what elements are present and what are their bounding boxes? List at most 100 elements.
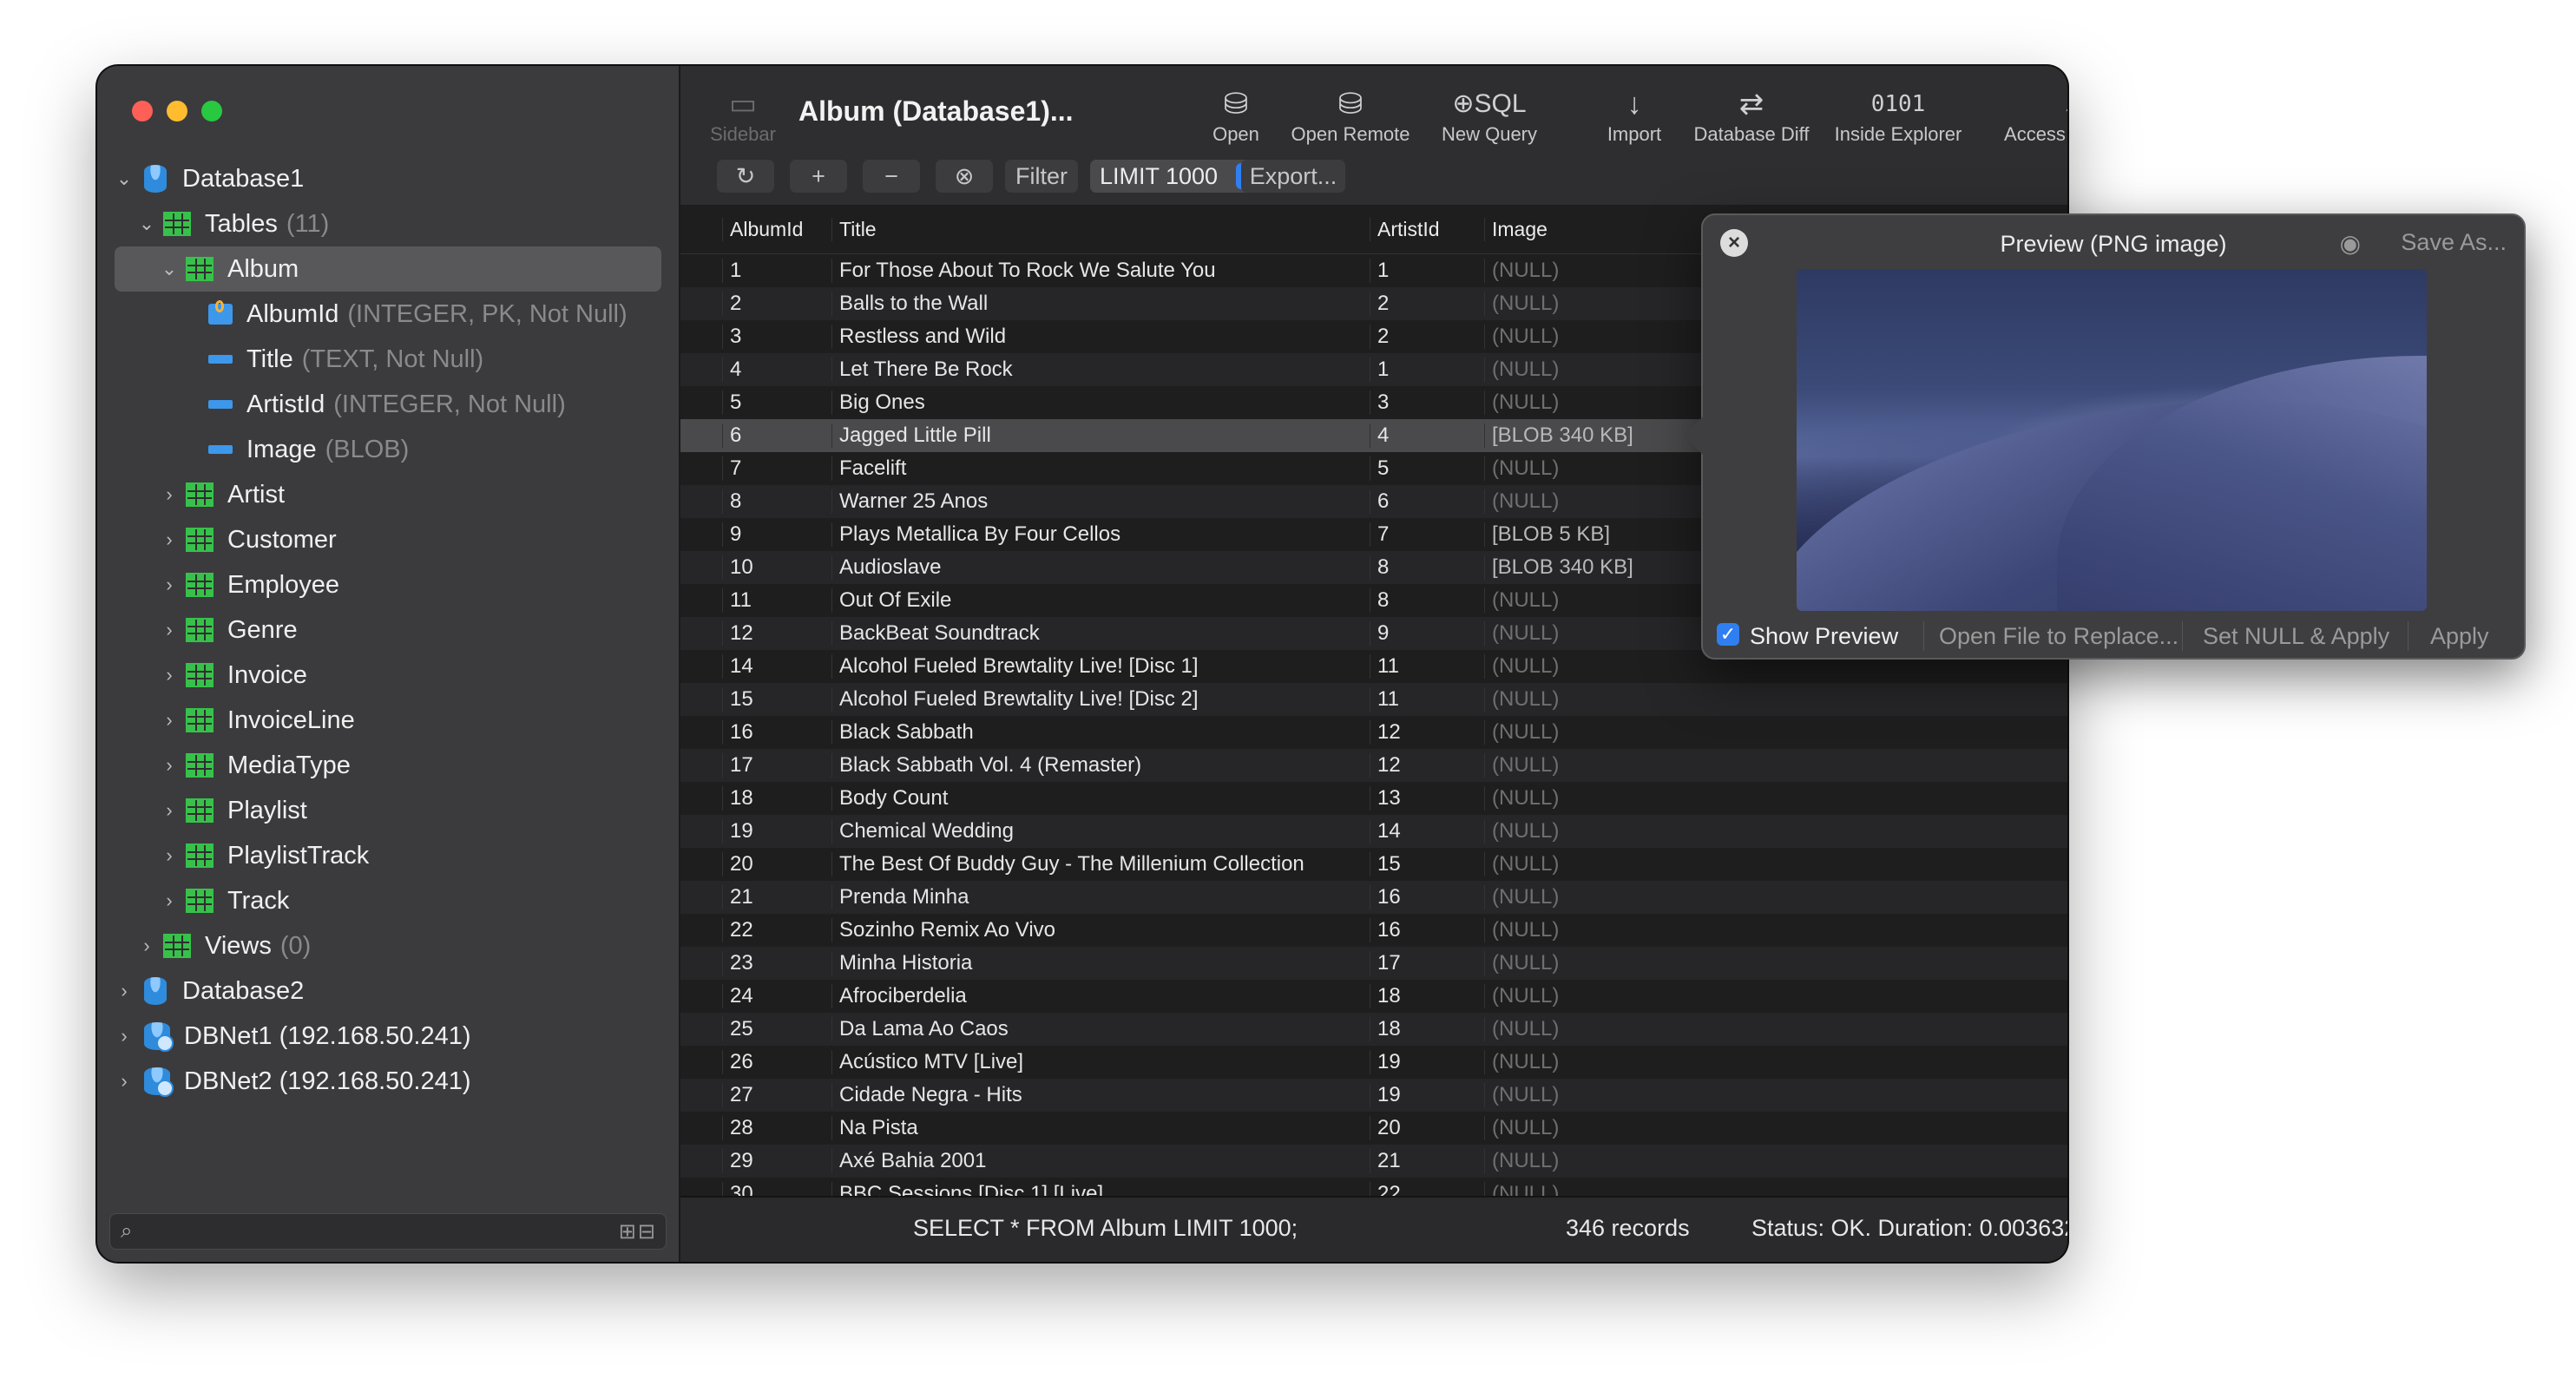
tree-item-employee[interactable]: › Employee (97, 562, 679, 607)
open-remote-button[interactable]: ⛁ Open Remote (1281, 85, 1420, 146)
title-cell[interactable]: Let There Be Rock (831, 358, 1370, 382)
chevron-right-icon[interactable]: › (158, 574, 181, 596)
artistid-cell[interactable]: 1 (1370, 259, 1484, 283)
albumid-cell[interactable]: 20 (722, 852, 831, 876)
title-cell[interactable]: BackBeat Soundtrack (831, 621, 1370, 646)
title-cell[interactable]: Na Pista (831, 1116, 1370, 1140)
chevron-right-icon[interactable]: › (158, 619, 181, 641)
table-row[interactable]: 16 Black Sabbath 12 (NULL) (680, 716, 2067, 749)
tree-item-views[interactable]: › Views (0) (97, 923, 679, 968)
sidebar-toggle-button[interactable]: ▭ Sidebar (700, 85, 786, 146)
tree-item-track[interactable]: › Track (97, 878, 679, 923)
artistid-cell[interactable]: 19 (1370, 1050, 1484, 1074)
artistid-cell[interactable]: 6 (1370, 489, 1484, 514)
chevron-right-icon[interactable]: › (158, 889, 181, 912)
image-cell[interactable]: [BLOB 340 KB] (1484, 423, 1675, 448)
albumid-cell[interactable]: 1 (722, 259, 831, 283)
table-row[interactable]: 28 Na Pista 20 (NULL) (680, 1112, 2067, 1145)
image-cell[interactable]: [BLOB 5 KB] (1484, 522, 1675, 547)
title-cell[interactable]: The Best Of Buddy Guy - The Millenium Co… (831, 852, 1370, 876)
title-cell[interactable]: Black Sabbath Vol. 4 (Remaster) (831, 753, 1370, 778)
artistid-cell[interactable]: 13 (1370, 786, 1484, 811)
artistid-cell[interactable]: 14 (1370, 819, 1484, 843)
image-cell[interactable]: (NULL) (1484, 358, 1675, 382)
artistid-cell[interactable]: 15 (1370, 852, 1484, 876)
artistid-cell[interactable]: 11 (1370, 687, 1484, 712)
table-row[interactable]: 25 Da Lama Ao Caos 18 (NULL) (680, 1013, 2067, 1046)
table-row[interactable]: 30 BBC Sessions [Disc 1] [Live] 22 (NULL) (680, 1178, 2067, 1198)
chevron-right-icon[interactable]: › (158, 709, 181, 732)
tree-item-customer[interactable]: › Customer (97, 517, 679, 562)
apply-button[interactable]: Apply (2430, 623, 2489, 650)
artistid-cell[interactable]: 7 (1370, 522, 1484, 547)
remove-row-button[interactable]: − (863, 160, 920, 193)
refresh-button[interactable]: ↻ (717, 160, 774, 193)
table-row[interactable]: 23 Minha Historia 17 (NULL) (680, 947, 2067, 980)
image-cell[interactable]: (NULL) (1484, 918, 1675, 942)
tree-item-playlist[interactable]: › Playlist (97, 788, 679, 833)
tree-item-tables[interactable]: ⌄ Tables (11) (97, 201, 679, 246)
image-cell[interactable]: (NULL) (1484, 720, 1675, 745)
albumid-cell[interactable]: 24 (722, 984, 831, 1008)
albumid-cell[interactable]: 23 (722, 951, 831, 975)
image-cell[interactable]: (NULL) (1484, 1149, 1675, 1173)
albumid-cell[interactable]: 29 (722, 1149, 831, 1173)
title-cell[interactable]: Plays Metallica By Four Cellos (831, 522, 1370, 547)
artistid-cell[interactable]: 11 (1370, 654, 1484, 679)
artistid-cell[interactable]: 17 (1370, 951, 1484, 975)
table-row[interactable]: 26 Acústico MTV [Live] 19 (NULL) (680, 1046, 2067, 1079)
chevron-right-icon[interactable]: › (158, 664, 181, 686)
chevron-right-icon[interactable]: › (135, 935, 158, 957)
title-cell[interactable]: Minha Historia (831, 951, 1370, 975)
artistid-cell[interactable]: 5 (1370, 456, 1484, 481)
chevron-right-icon[interactable]: › (158, 799, 181, 822)
title-cell[interactable]: Body Count (831, 786, 1370, 811)
title-cell[interactable]: Facelift (831, 456, 1370, 481)
image-cell[interactable]: (NULL) (1484, 819, 1675, 843)
title-cell[interactable]: Alcohol Fueled Brewtality Live! [Disc 2] (831, 687, 1370, 712)
table-row[interactable]: 15 Alcohol Fueled Brewtality Live! [Disc … (680, 683, 2067, 716)
new-query-button[interactable]: ⊕SQL New Query (1429, 85, 1550, 146)
albumid-cell[interactable]: 4 (722, 358, 831, 382)
albumid-cell[interactable]: 17 (722, 753, 831, 778)
table-row[interactable]: 24 Afrociberdelia 18 (NULL) (680, 980, 2067, 1013)
artistid-cell[interactable]: 16 (1370, 885, 1484, 909)
image-cell[interactable]: (NULL) (1484, 951, 1675, 975)
sidebar-search-field[interactable]: ⌕ ⊞⊟ (109, 1213, 667, 1250)
title-cell[interactable]: Warner 25 Anos (831, 489, 1370, 514)
chevron-right-icon[interactable]: › (158, 754, 181, 777)
image-cell[interactable]: (NULL) (1484, 753, 1675, 778)
title-cell[interactable]: Black Sabbath (831, 720, 1370, 745)
image-cell[interactable]: (NULL) (1484, 984, 1675, 1008)
image-cell[interactable]: (NULL) (1484, 621, 1675, 646)
image-cell[interactable]: [BLOB 340 KB] (1484, 555, 1675, 580)
database-diff-button[interactable]: ⇄ Database Diff (1682, 85, 1821, 146)
artistid-cell[interactable]: 18 (1370, 984, 1484, 1008)
tree-item-mediatype[interactable]: › MediaType (97, 743, 679, 788)
albumid-cell[interactable]: 5 (722, 391, 831, 415)
albumid-cell[interactable]: 10 (722, 555, 831, 580)
image-cell[interactable]: (NULL) (1484, 456, 1675, 481)
albumid-cell[interactable]: 21 (722, 885, 831, 909)
table-row[interactable]: 22 Sozinho Remix Ao Vivo 16 (NULL) (680, 914, 2067, 947)
title-cell[interactable]: Chemical Wedding (831, 819, 1370, 843)
chevron-right-icon[interactable]: › (158, 528, 181, 551)
artistid-cell[interactable]: 20 (1370, 1116, 1484, 1140)
title-cell[interactable]: Da Lama Ao Caos (831, 1017, 1370, 1041)
zoom-window-button[interactable] (201, 101, 222, 121)
albumid-cell[interactable]: 14 (722, 654, 831, 679)
image-cell[interactable]: (NULL) (1484, 489, 1675, 514)
chevron-right-icon[interactable]: › (158, 483, 181, 506)
table-row[interactable]: 18 Body Count 13 (NULL) (680, 782, 2067, 815)
albumid-cell[interactable]: 15 (722, 687, 831, 712)
albumid-cell[interactable]: 2 (722, 292, 831, 316)
title-cell[interactable]: Alcohol Fueled Brewtality Live! [Disc 1] (831, 654, 1370, 679)
tree-item-album[interactable]: ⌄ Album (115, 246, 661, 292)
albumid-cell[interactable]: 22 (722, 918, 831, 942)
set-null-apply-button[interactable]: Set NULL & Apply (2203, 623, 2389, 650)
artistid-cell[interactable]: 3 (1370, 391, 1484, 415)
view-toggle-icon[interactable]: ⊞⊟ (619, 1219, 657, 1244)
image-cell[interactable]: (NULL) (1484, 588, 1675, 613)
minimize-window-button[interactable] (167, 101, 187, 121)
artistid-cell[interactable]: 4 (1370, 423, 1484, 448)
